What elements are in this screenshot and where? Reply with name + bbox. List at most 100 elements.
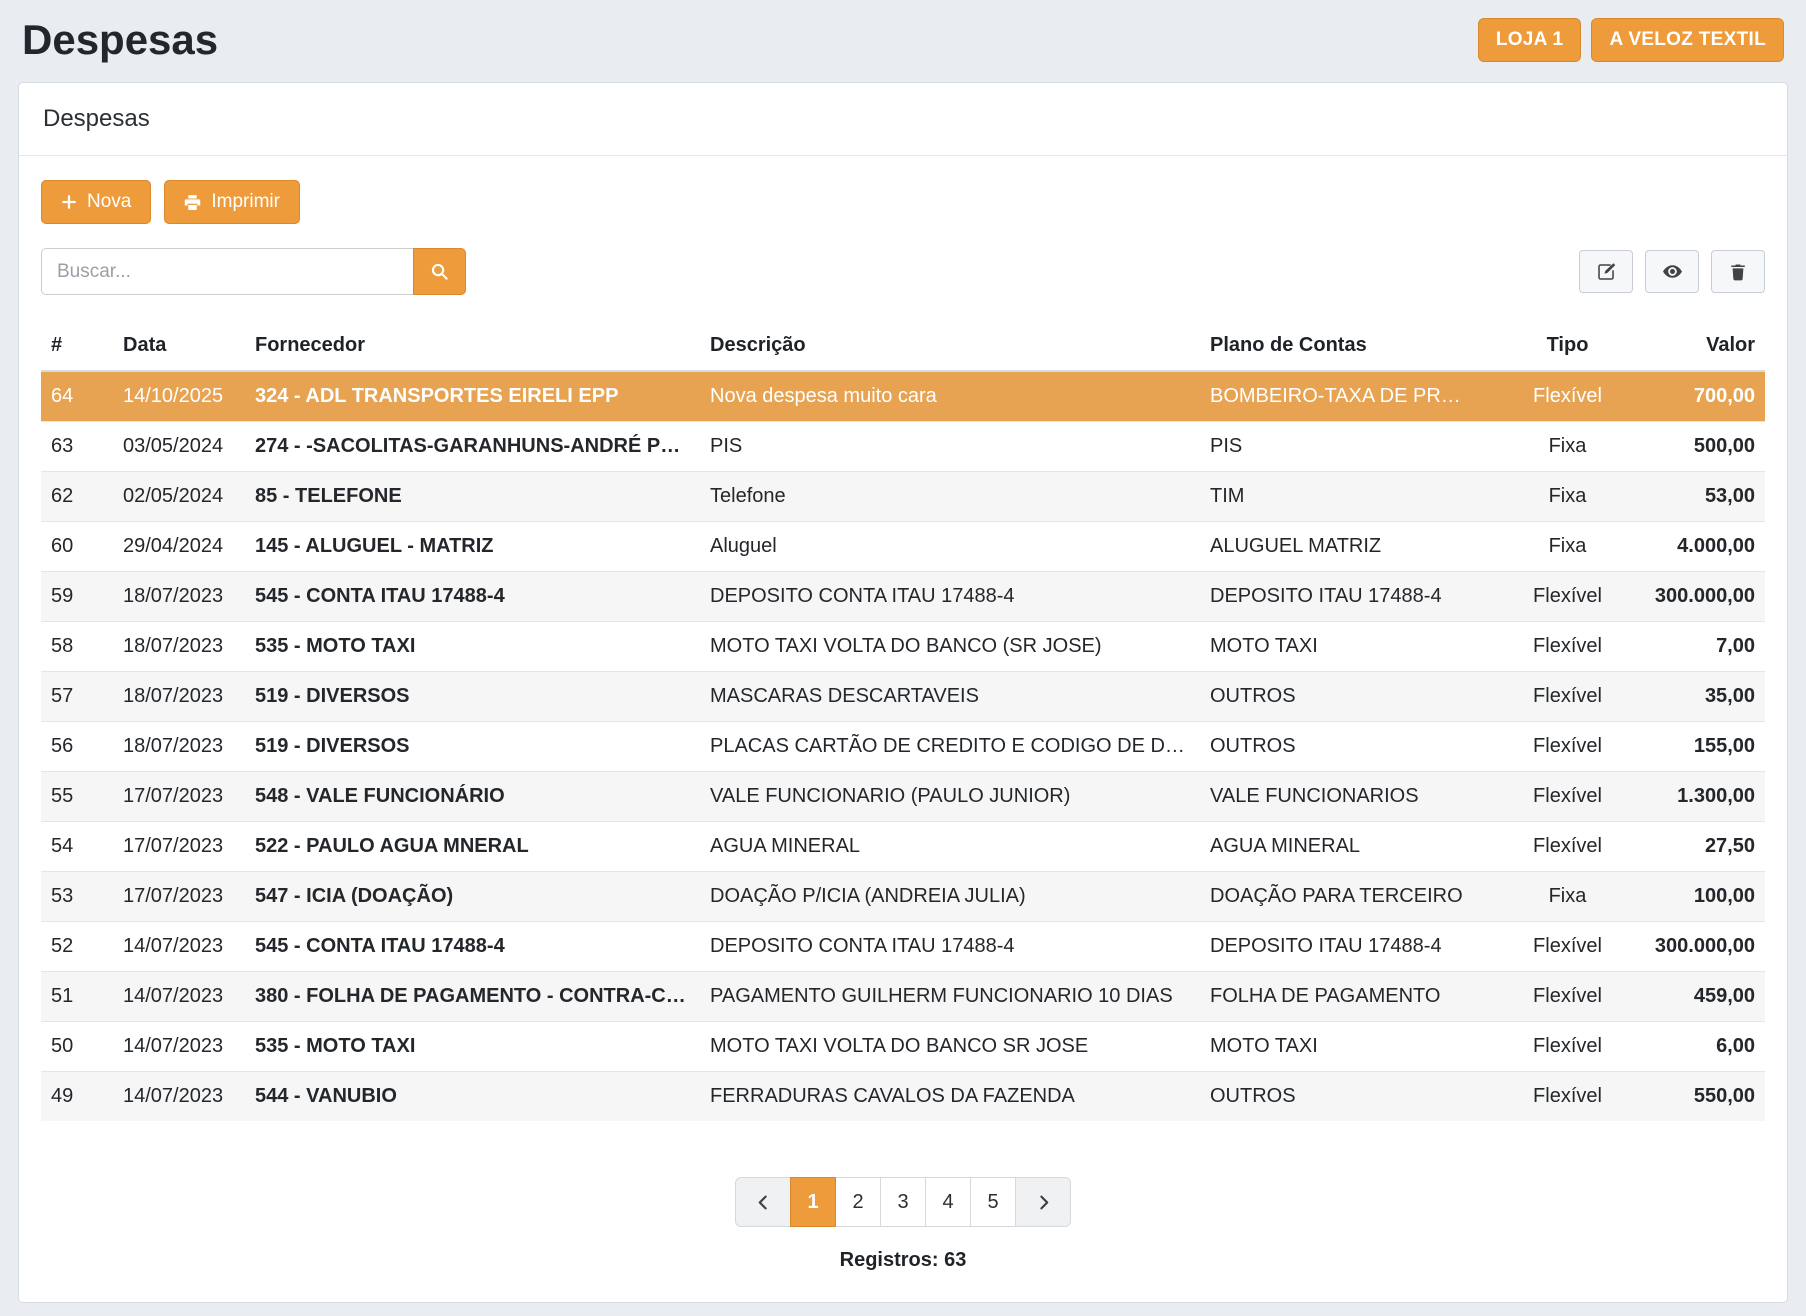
cell-data: 29/04/2024: [113, 522, 245, 572]
table-row[interactable]: 5317/07/2023547 - ICIA (DOAÇÃO)DOAÇÃO P/…: [41, 872, 1765, 922]
cell-data: 17/07/2023: [113, 772, 245, 822]
table-row[interactable]: 6414/10/2025324 - ADL TRANSPORTES EIRELI…: [41, 371, 1765, 422]
cell-data: 17/07/2023: [113, 872, 245, 922]
cell-tipo: Flexível: [1505, 772, 1630, 822]
table-row[interactable]: 6303/05/2024274 - -SACOLITAS-GARANHUNS-A…: [41, 422, 1765, 472]
table-row[interactable]: 4914/07/2023544 - VANUBIOFERRADURAS CAVA…: [41, 1072, 1765, 1122]
cell-data: 02/05/2024: [113, 472, 245, 522]
view-button[interactable]: [1645, 250, 1699, 293]
chevron-right-icon: [1035, 1194, 1052, 1211]
page-button-4[interactable]: 4: [925, 1177, 971, 1227]
cell-data: 18/07/2023: [113, 672, 245, 722]
cell-fornecedor: 519 - DIVERSOS: [245, 672, 700, 722]
cell-plano: DOAÇÃO PARA TERCEIRO: [1200, 872, 1505, 922]
cell-data: 18/07/2023: [113, 622, 245, 672]
expenses-table: # Data Fornecedor Descrição Plano de Con…: [41, 321, 1765, 1121]
table-row[interactable]: 5618/07/2023519 - DIVERSOSPLACAS CARTÃO …: [41, 722, 1765, 772]
table-row[interactable]: 5417/07/2023522 - PAULO AGUA MNERALAGUA …: [41, 822, 1765, 872]
table-row[interactable]: 5214/07/2023545 - CONTA ITAU 17488-4DEPO…: [41, 922, 1765, 972]
cell-descricao: Nova despesa muito cara: [700, 371, 1200, 422]
edit-button[interactable]: [1579, 250, 1633, 293]
cell-descricao: FERRADURAS CAVALOS DA FAZENDA: [700, 1072, 1200, 1122]
cell-tipo: Flexível: [1505, 572, 1630, 622]
cell-valor: 35,00: [1630, 672, 1765, 722]
table-row[interactable]: 5114/07/2023380 - FOLHA DE PAGAMENTO - C…: [41, 972, 1765, 1022]
cell-id: 52: [41, 922, 113, 972]
cell-plano: DEPOSITO ITAU 17488-4: [1200, 922, 1505, 972]
cell-descricao: PLACAS CARTÃO DE CREDITO E CODIGO DE DEF…: [700, 722, 1200, 772]
cell-tipo: Flexível: [1505, 972, 1630, 1022]
cell-descricao: DOAÇÃO P/ICIA (ANDREIA JULIA): [700, 872, 1200, 922]
col-header-plano: Plano de Contas: [1200, 321, 1505, 371]
cell-id: 51: [41, 972, 113, 1022]
imprimir-button[interactable]: Imprimir: [164, 180, 300, 224]
cell-data: 14/07/2023: [113, 1072, 245, 1122]
cell-valor: 53,00: [1630, 472, 1765, 522]
cell-tipo: Flexível: [1505, 1072, 1630, 1122]
col-header-descricao: Descrição: [700, 321, 1200, 371]
cell-plano: OUTROS: [1200, 722, 1505, 772]
cell-plano: OUTROS: [1200, 1072, 1505, 1122]
table-header-row: # Data Fornecedor Descrição Plano de Con…: [41, 321, 1765, 371]
imprimir-button-label: Imprimir: [211, 191, 280, 213]
cell-descricao: VALE FUNCIONARIO (PAULO JUNIOR): [700, 772, 1200, 822]
cell-plano: DEPOSITO ITAU 17488-4: [1200, 572, 1505, 622]
search-input[interactable]: [41, 248, 413, 295]
table-row[interactable]: 5014/07/2023535 - MOTO TAXIMOTO TAXI VOL…: [41, 1022, 1765, 1072]
cell-data: 18/07/2023: [113, 722, 245, 772]
search-button[interactable]: [413, 248, 466, 295]
table-row[interactable]: 5918/07/2023545 - CONTA ITAU 17488-4DEPO…: [41, 572, 1765, 622]
cell-id: 54: [41, 822, 113, 872]
cell-descricao: DEPOSITO CONTA ITAU 17488-4: [700, 922, 1200, 972]
cell-plano: VALE FUNCIONARIOS: [1200, 772, 1505, 822]
cell-valor: 7,00: [1630, 622, 1765, 672]
page-button-2[interactable]: 2: [835, 1177, 881, 1227]
col-header-id: #: [41, 321, 113, 371]
cell-descricao: Aluguel: [700, 522, 1200, 572]
cell-data: 14/10/2025: [113, 371, 245, 422]
cell-plano: FOLHA DE PAGAMENTO: [1200, 972, 1505, 1022]
table-row[interactable]: 5718/07/2023519 - DIVERSOSMASCARAS DESCA…: [41, 672, 1765, 722]
cell-tipo: Fixa: [1505, 872, 1630, 922]
page-button-1[interactable]: 1: [790, 1177, 836, 1227]
cell-tipo: Flexível: [1505, 622, 1630, 672]
cell-id: 56: [41, 722, 113, 772]
despesas-panel: Despesas Nova: [18, 82, 1788, 1303]
trash-icon: [1729, 263, 1747, 281]
cell-data: 03/05/2024: [113, 422, 245, 472]
cell-fornecedor: 145 - ALUGUEL - MATRIZ: [245, 522, 700, 572]
records-count: Registros: 63: [41, 1249, 1765, 1272]
plus-icon: [61, 194, 77, 210]
cell-valor: 27,50: [1630, 822, 1765, 872]
cell-valor: 155,00: [1630, 722, 1765, 772]
cell-plano: PIS: [1200, 422, 1505, 472]
cell-descricao: AGUA MINERAL: [700, 822, 1200, 872]
table-row[interactable]: 6029/04/2024145 - ALUGUEL - MATRIZAlugue…: [41, 522, 1765, 572]
cell-fornecedor: 324 - ADL TRANSPORTES EIRELI EPP: [245, 371, 700, 422]
nova-button[interactable]: Nova: [41, 180, 151, 224]
panel-body: Nova Imprimir: [19, 156, 1787, 1302]
cell-plano: BOMBEIRO-TAXA DE PR…: [1200, 371, 1505, 422]
table-row[interactable]: 6202/05/202485 - TELEFONETelefoneTIMFixa…: [41, 472, 1765, 522]
cell-fornecedor: 535 - MOTO TAXI: [245, 1022, 700, 1072]
cell-id: 55: [41, 772, 113, 822]
cell-id: 57: [41, 672, 113, 722]
cell-fornecedor: 548 - VALE FUNCIONÁRIO: [245, 772, 700, 822]
delete-button[interactable]: [1711, 250, 1765, 293]
prev-page-button[interactable]: [735, 1177, 791, 1227]
page-button-3[interactable]: 3: [880, 1177, 926, 1227]
controls-row: [41, 248, 1765, 295]
page-button-5[interactable]: 5: [970, 1177, 1016, 1227]
cell-fornecedor: 547 - ICIA (DOAÇÃO): [245, 872, 700, 922]
cell-tipo: Flexível: [1505, 822, 1630, 872]
eye-icon: [1662, 261, 1683, 282]
loja-button[interactable]: LOJA 1: [1478, 18, 1582, 62]
search-icon: [430, 262, 449, 281]
cell-tipo: Fixa: [1505, 422, 1630, 472]
table-row[interactable]: 5818/07/2023535 - MOTO TAXIMOTO TAXI VOL…: [41, 622, 1765, 672]
cell-fornecedor: 545 - CONTA ITAU 17488-4: [245, 922, 700, 972]
next-page-button[interactable]: [1015, 1177, 1071, 1227]
table-row[interactable]: 5517/07/2023548 - VALE FUNCIONÁRIOVALE F…: [41, 772, 1765, 822]
cell-data: 14/07/2023: [113, 922, 245, 972]
company-button[interactable]: A VELOZ TEXTIL: [1591, 18, 1784, 62]
